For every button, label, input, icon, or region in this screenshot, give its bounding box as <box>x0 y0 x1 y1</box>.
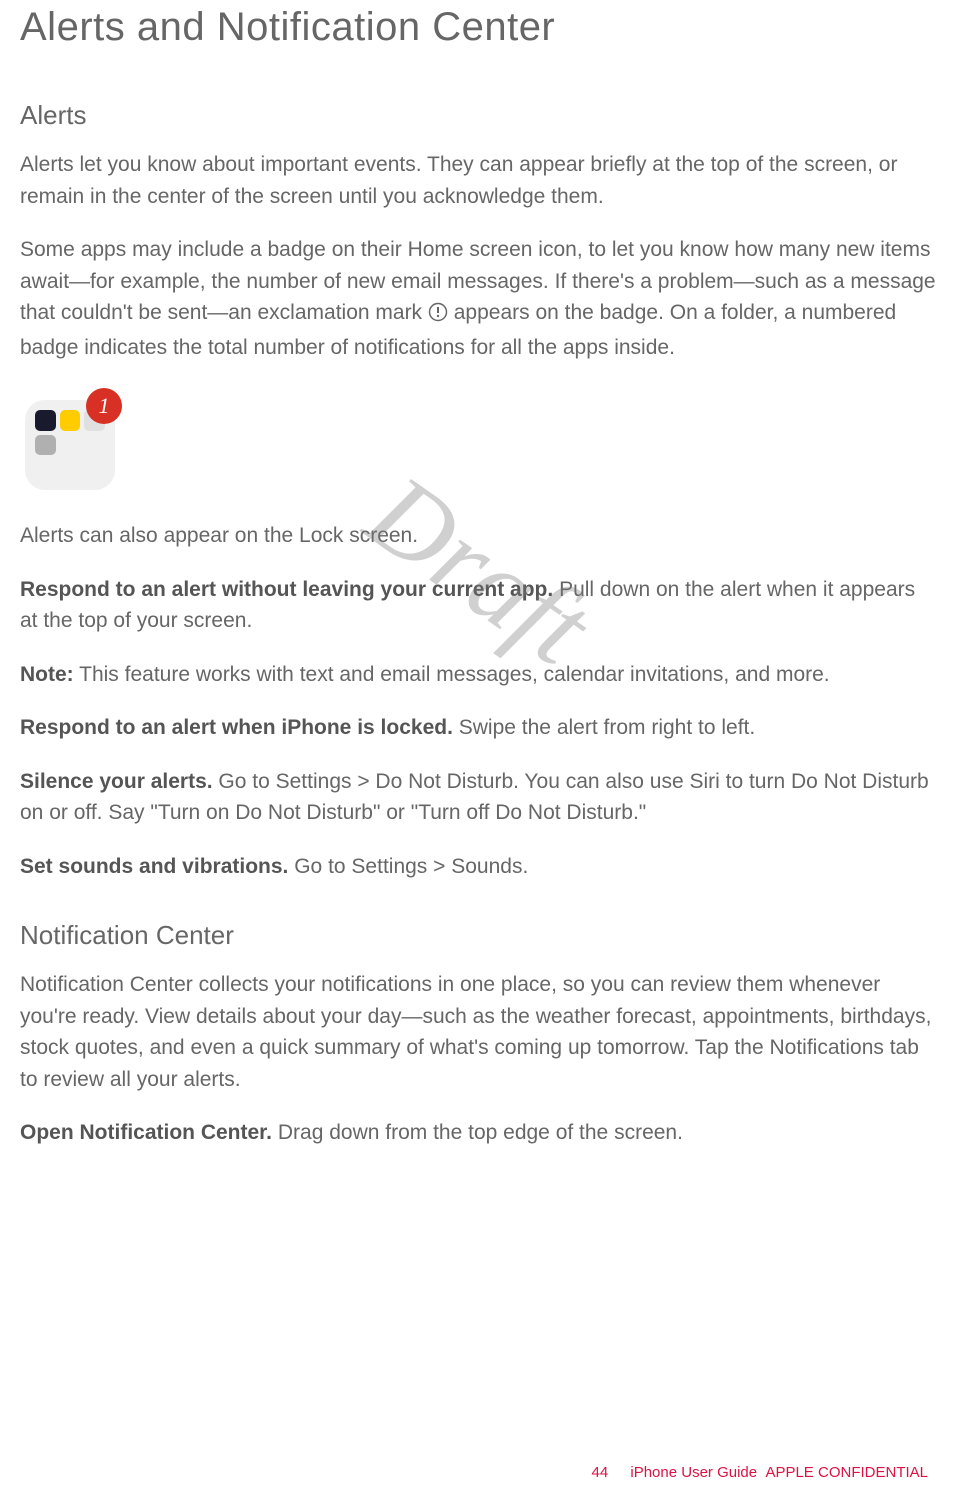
sounds-text: Go to Settings > Sounds. <box>288 855 528 878</box>
page-title: Alerts and Notification Center <box>20 5 938 50</box>
respond-locked-text: Swipe the alert from right to left. <box>453 716 755 739</box>
respond-locked: Respond to an alert when iPhone is locke… <box>20 712 938 744</box>
respond-locked-label: Respond to an alert when iPhone is locke… <box>20 716 453 739</box>
silence-alerts: Silence your alerts. Go to Settings > Do… <box>20 766 938 829</box>
open-nc-text: Drag down from the top edge of the scree… <box>272 1121 683 1144</box>
notification-badge: 1 <box>86 388 122 424</box>
doc-title-footer: iPhone User Guide <box>630 1464 757 1481</box>
note-paragraph: Note: This feature works with text and e… <box>20 659 938 691</box>
alerts-paragraph-2: Some apps may include a badge on their H… <box>20 234 938 363</box>
alerts-paragraph-1: Alerts let you know about important even… <box>20 149 938 212</box>
folder-app-icon <box>35 435 56 456</box>
page-number: 44 <box>592 1464 609 1481</box>
folder-app-icon <box>60 410 81 431</box>
notification-center-p1: Notification Center collects your notifi… <box>20 969 938 1095</box>
note-text: This feature works with text and email m… <box>74 663 830 686</box>
silence-label: Silence your alerts. <box>20 770 213 793</box>
respond-app-label: Respond to an alert without leaving your… <box>20 578 553 601</box>
sounds-label: Set sounds and vibrations. <box>20 855 288 878</box>
note-label: Note: <box>20 663 74 686</box>
alerts-paragraph-3: Alerts can also appear on the Lock scree… <box>20 520 938 552</box>
notification-center-heading: Notification Center <box>20 920 938 951</box>
confidential-label: APPLE CONFIDENTIAL <box>765 1464 928 1481</box>
folder-app-icon <box>35 410 56 431</box>
folder-badge-image: 1 <box>20 385 130 495</box>
page-footer: 44 iPhone User Guide APPLE CONFIDENTIAL <box>592 1464 929 1481</box>
alerts-heading: Alerts <box>20 100 938 131</box>
open-nc-label: Open Notification Center. <box>20 1121 272 1144</box>
exclamation-icon <box>428 300 448 332</box>
respond-current-app: Respond to an alert without leaving your… <box>20 574 938 637</box>
open-notification-center: Open Notification Center. Drag down from… <box>20 1117 938 1149</box>
set-sounds: Set sounds and vibrations. Go to Setting… <box>20 851 938 883</box>
